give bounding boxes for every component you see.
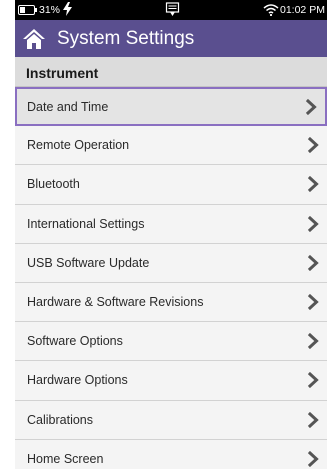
menu-item-remote-operation[interactable]: Remote Operation [15, 126, 327, 166]
menu-item-label: Software Options [27, 334, 123, 349]
menu-item-international-settings[interactable]: International Settings [15, 204, 327, 244]
menu-item-hardware-software-revisions[interactable]: Hardware & Software Revisions [15, 282, 327, 323]
chevron-right-icon [308, 254, 319, 271]
chevron-right-icon [308, 372, 319, 389]
section-header: Instrument [15, 57, 327, 87]
chevron-right-icon [308, 176, 319, 193]
menu-item-label: USB Software Update [27, 255, 150, 270]
menu-item-label: Calibrations [27, 412, 94, 427]
menu-item-label: Hardware & Software Revisions [27, 295, 204, 310]
menu-item-label: Bluetooth [27, 177, 80, 192]
title-bar: System Settings [15, 20, 327, 57]
page-title: System Settings [57, 28, 195, 49]
menu-item-label: Home Screen [27, 451, 104, 466]
section-label: Instrument [26, 65, 99, 81]
menu-item-home-screen[interactable]: Home Screen [15, 439, 327, 469]
settings-screen: 31% 01:02 PM System Settings Instrument … [15, 0, 327, 469]
chevron-right-icon [308, 450, 319, 467]
notification-icon [165, 2, 180, 16]
settings-menu: Date and Time Remote Operation Bluetooth In… [15, 87, 327, 469]
menu-item-date-and-time[interactable]: Date and Time [15, 87, 327, 127]
charging-icon [63, 2, 72, 16]
battery-icon [18, 5, 37, 15]
menu-item-software-options[interactable]: Software Options [15, 322, 327, 362]
wifi-icon [263, 4, 279, 16]
chevron-right-icon [308, 215, 319, 232]
menu-item-bluetooth[interactable]: Bluetooth [15, 165, 327, 205]
status-bar: 31% 01:02 PM [15, 0, 327, 20]
home-icon[interactable] [22, 28, 46, 50]
menu-item-hardware-options[interactable]: Hardware Options [15, 361, 327, 401]
chevron-right-icon [308, 137, 319, 154]
chevron-right-icon [308, 333, 319, 350]
battery-level [20, 7, 25, 13]
menu-item-label: Date and Time [27, 99, 109, 114]
chevron-right-icon [308, 411, 319, 428]
chevron-right-icon [306, 98, 317, 115]
menu-item-label: Hardware Options [27, 373, 128, 388]
menu-item-calibrations[interactable]: Calibrations [15, 400, 327, 440]
menu-item-usb-software-update[interactable]: USB Software Update [15, 243, 327, 283]
chevron-right-icon [308, 294, 319, 311]
clock: 01:02 PM [280, 4, 325, 16]
menu-item-label: International Settings [27, 216, 145, 231]
menu-item-label: Remote Operation [27, 138, 130, 153]
battery-percent: 31% [39, 4, 61, 16]
